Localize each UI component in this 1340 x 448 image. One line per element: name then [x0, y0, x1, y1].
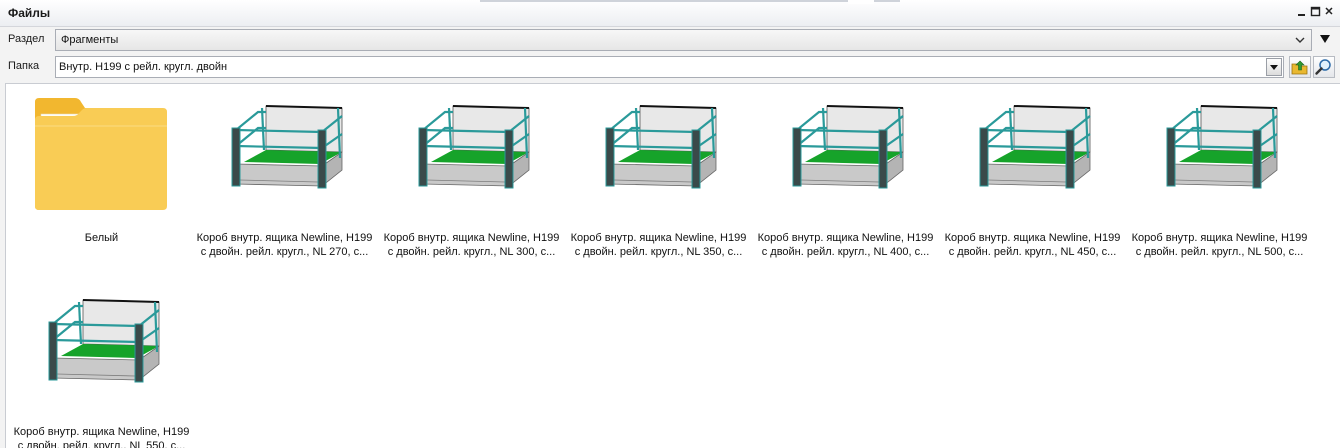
drawer-item[interactable]: Короб внутр. ящика Newline, H199 с двойн… [380, 84, 563, 258]
folder-dropdown-button[interactable] [1266, 58, 1282, 76]
folder-row: Папка Внутр. H199 с рейл. кругл. двойн [0, 54, 1340, 81]
drawer-thumbnail [418, 105, 530, 189]
drawer-item[interactable]: Короб внутр. ящика Newline, H199 с двойн… [10, 278, 193, 448]
grip-gap [848, 0, 874, 4]
files-panel: Файлы ✕ Раздел Фрагменты Папка Внутр. H1… [0, 0, 1340, 448]
title-bar: Файлы ✕ [0, 0, 1340, 27]
drawer-item[interactable]: Короб внутр. ящика Newline, H199 с двойн… [941, 84, 1124, 258]
item-caption: Короб внутр. ящика Newline, H199 с двойн… [13, 426, 190, 448]
folder-label: Папка [8, 60, 40, 72]
item-caption: Короб внутр. ящика Newline, H199 с двойн… [757, 232, 934, 258]
item-caption: Короб внутр. ящика Newline, H199 с двойн… [383, 232, 560, 258]
drawer-thumbnail [1166, 105, 1278, 189]
section-row: Раздел Фрагменты [0, 27, 1340, 54]
section-label: Раздел [8, 33, 45, 45]
drawer-thumbnail [48, 299, 160, 383]
item-caption: Короб внутр. ящика Newline, H199 с двойн… [196, 232, 373, 258]
section-value: Фрагменты [61, 34, 119, 46]
file-grid: Белый Короб внутр. ящика Newline, H199 с… [5, 83, 1340, 448]
magnifier-icon [1315, 59, 1331, 75]
drawer-thumbnail [792, 105, 904, 189]
item-caption: Короб внутр. ящика Newline, H199 с двойн… [944, 232, 1121, 258]
drawer-thumbnail [231, 105, 343, 189]
drawer-item[interactable]: Короб внутр. ящика Newline, H199 с двойн… [754, 84, 937, 258]
search-button[interactable] [1313, 56, 1335, 78]
panel-menu-icon[interactable] [1320, 35, 1330, 43]
item-caption: Белый [84, 232, 119, 244]
section-select[interactable]: Фрагменты [55, 29, 1312, 51]
close-icon[interactable]: ✕ [1323, 6, 1335, 18]
folder-icon [35, 98, 167, 210]
drawer-thumbnail [605, 105, 717, 189]
drawer-thumbnail [979, 105, 1091, 189]
folder-path-value: Внутр. H199 с рейл. кругл. двойн [59, 61, 228, 73]
item-caption: Короб внутр. ящика Newline, H199 с двойн… [570, 232, 747, 258]
folder-item[interactable]: Белый [10, 84, 193, 254]
drawer-item[interactable]: Короб внутр. ящика Newline, H199 с двойн… [193, 84, 376, 258]
maximize-icon[interactable] [1310, 6, 1322, 18]
folder-path-combo[interactable]: Внутр. H199 с рейл. кругл. двойн [55, 56, 1284, 78]
folder-up-icon [1291, 60, 1308, 75]
minimize-icon[interactable] [1296, 6, 1308, 18]
chevron-down-icon [1295, 37, 1305, 43]
item-caption: Короб внутр. ящика Newline, H199 с двойн… [1131, 232, 1308, 258]
panel-title: Файлы [8, 6, 51, 20]
drag-grip[interactable] [480, 0, 900, 3]
drawer-item[interactable]: Короб внутр. ящика Newline, H199 с двойн… [567, 84, 750, 258]
drawer-item[interactable]: Короб внутр. ящика Newline, H199 с двойн… [1128, 84, 1311, 258]
folder-up-button[interactable] [1289, 56, 1311, 78]
